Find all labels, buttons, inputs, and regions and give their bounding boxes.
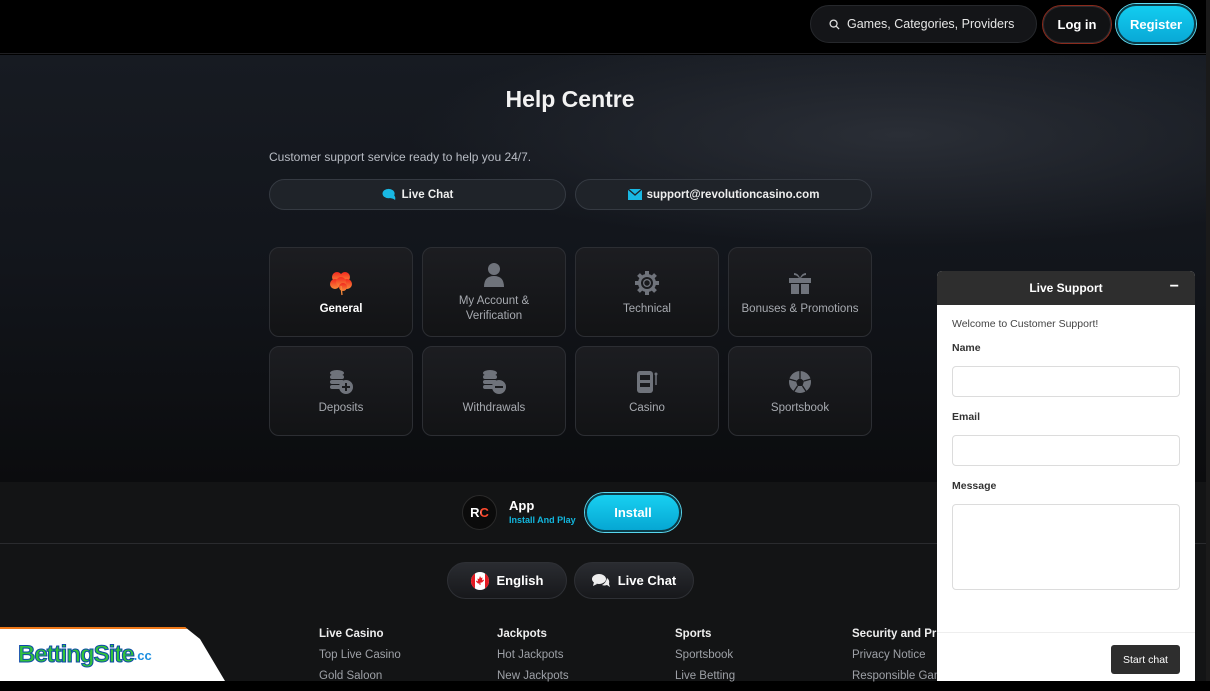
email-support-button[interactable]: support@revolutioncasino.com xyxy=(575,179,872,210)
login-button[interactable]: Log in xyxy=(1042,5,1112,44)
category-withdrawals[interactable]: Withdrawals xyxy=(422,346,566,436)
footer-live-chat-label: Live Chat xyxy=(617,573,677,588)
footer-link[interactable]: Gold Saloon xyxy=(319,670,401,682)
minimize-icon[interactable]: − xyxy=(1170,278,1179,296)
soccer-ball-icon xyxy=(788,370,812,393)
chat-bubble-icon xyxy=(382,188,395,201)
email-field[interactable] xyxy=(952,435,1180,466)
start-chat-button[interactable]: Start chat xyxy=(1111,645,1180,674)
watermark-suffix: .cc xyxy=(133,647,152,663)
live-support-widget: Live Support − Welcome to Customer Suppo… xyxy=(937,271,1195,681)
footer-column-live-casino: Live Casino Top Live Casino Gold Saloon xyxy=(319,628,401,691)
footer-link[interactable]: New Jackpots xyxy=(497,670,569,682)
support-subtitle: Customer support service ready to help y… xyxy=(269,150,532,164)
name-label: Name xyxy=(952,342,981,354)
search-icon xyxy=(829,18,840,30)
chat-header: Live Support − xyxy=(937,271,1195,305)
canada-flag-icon xyxy=(470,571,489,590)
footer-column-sports: Sports Sportsbook Live Betting xyxy=(675,628,735,691)
chat-bubbles-icon xyxy=(591,574,610,587)
footer-link[interactable]: Top Live Casino xyxy=(319,649,401,661)
footer-link[interactable]: Live Betting xyxy=(675,670,735,682)
envelope-icon xyxy=(627,189,642,200)
live-chat-button[interactable]: Live Chat xyxy=(269,179,566,210)
app-title: App xyxy=(509,498,535,513)
footer-heading: Jackpots xyxy=(497,628,547,640)
footer-link[interactable]: Sportsbook xyxy=(675,649,735,661)
chat-title: Live Support xyxy=(1029,281,1103,295)
category-label: General xyxy=(319,302,363,315)
category-technical[interactable]: Technical xyxy=(575,247,719,337)
category-my-account[interactable]: My Account & Verification xyxy=(422,247,566,337)
category-label: Deposits xyxy=(318,401,364,414)
category-label: Withdrawals xyxy=(462,401,526,414)
search-input[interactable]: Games, Categories, Providers xyxy=(810,5,1037,43)
slot-machine-icon xyxy=(637,370,658,393)
watermark-text: BettingSite xyxy=(18,641,136,669)
coins-minus-icon xyxy=(483,369,506,394)
footer-column-security: Security and Privacy Privacy Notice Resp… xyxy=(852,628,937,691)
install-button[interactable]: Install xyxy=(585,493,681,532)
app-logo: RC xyxy=(462,495,497,530)
language-label: English xyxy=(496,573,544,588)
category-casino[interactable]: Casino xyxy=(575,346,719,436)
footer-heading: Live Casino xyxy=(319,628,384,640)
footer-link[interactable]: Responsible Gaming xyxy=(852,670,937,682)
clover-icon xyxy=(330,271,352,295)
name-field[interactable] xyxy=(952,366,1180,397)
app-subtitle: Install And Play xyxy=(509,515,576,525)
page-title: Help Centre xyxy=(505,86,635,112)
gear-icon xyxy=(635,270,659,295)
category-label: My Account & Verification xyxy=(458,295,530,322)
category-label: Sportsbook xyxy=(770,401,830,414)
gift-icon xyxy=(789,272,811,294)
live-chat-label: Live Chat xyxy=(401,188,454,201)
user-icon xyxy=(484,263,504,287)
category-sportsbook[interactable]: Sportsbook xyxy=(728,346,872,436)
category-label: Technical xyxy=(623,302,671,315)
footer-heading: Sports xyxy=(675,628,712,640)
footer-heading: Security and Privacy xyxy=(852,628,937,640)
footer-link[interactable]: Hot Jackpots xyxy=(497,649,569,661)
category-general[interactable]: General xyxy=(269,247,413,337)
message-field[interactable] xyxy=(952,504,1180,590)
language-button[interactable]: English xyxy=(447,562,567,599)
category-label: Bonuses & Promotions xyxy=(741,302,859,315)
email-label: Email xyxy=(952,411,981,423)
footer-live-chat-button[interactable]: Live Chat xyxy=(574,562,694,599)
chat-welcome: Welcome to Customer Support! xyxy=(952,318,1099,330)
chat-footer: Start chat xyxy=(937,632,1195,681)
category-label: Casino xyxy=(629,401,665,414)
category-bonuses[interactable]: Bonuses & Promotions xyxy=(728,247,872,337)
scrollbar[interactable] xyxy=(1206,0,1210,681)
category-deposits[interactable]: Deposits xyxy=(269,346,413,436)
top-bar: Games, Categories, Providers Log in Regi… xyxy=(0,0,1210,54)
register-button[interactable]: Register xyxy=(1116,4,1196,44)
footer-column-jackpots: Jackpots Hot Jackpots New Jackpots xyxy=(497,628,569,691)
coins-plus-icon xyxy=(330,369,353,394)
message-label: Message xyxy=(952,480,997,492)
footer-link[interactable]: Privacy Notice xyxy=(852,649,937,661)
search-placeholder: Games, Categories, Providers xyxy=(847,17,1015,31)
email-label: support@revolutioncasino.com xyxy=(646,188,820,201)
